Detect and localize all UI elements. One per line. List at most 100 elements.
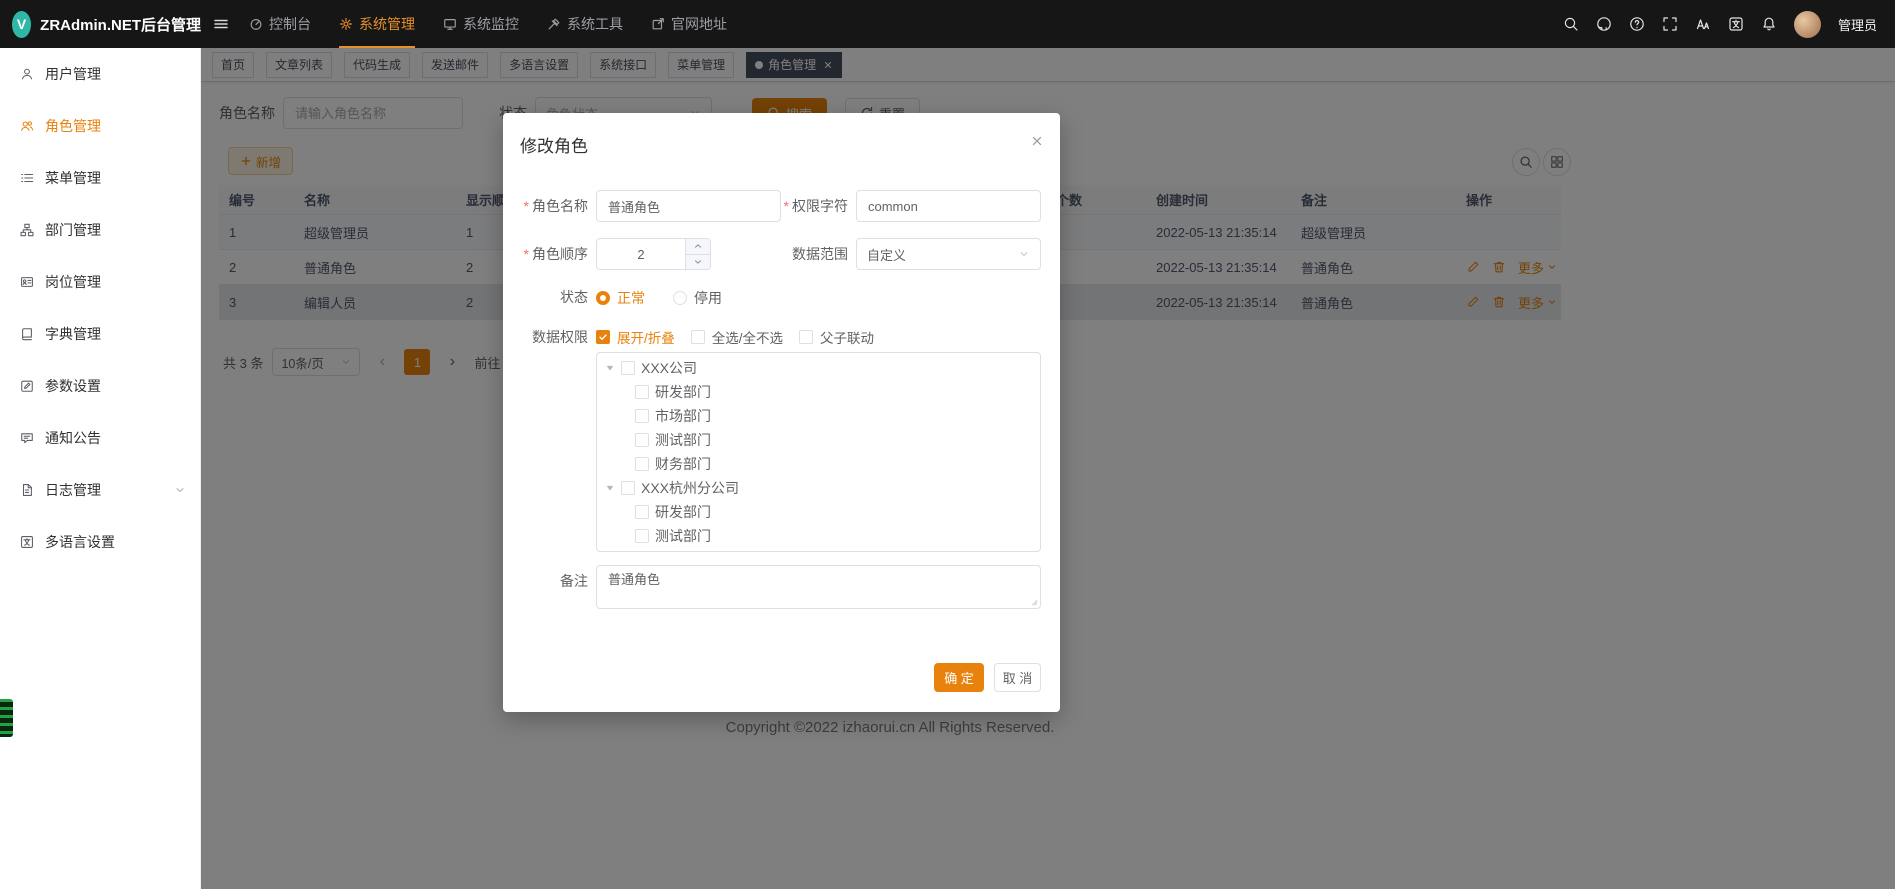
chevron-down-icon: [174, 484, 186, 496]
document-icon: [20, 483, 34, 497]
github-icon: [1596, 16, 1612, 32]
cancel-button[interactable]: 取 消: [994, 663, 1041, 692]
sidebar-item-6[interactable]: 参数设置: [0, 360, 200, 412]
department-tree: XXX公司研发部门市场部门测试部门财务部门XXX杭州分公司研发部门测试部门: [596, 352, 1041, 552]
chevron-up-icon: [693, 241, 703, 251]
radio-circle: [596, 291, 610, 305]
data-permission-field-label: 数据权限: [503, 321, 588, 353]
bottom-left-widget[interactable]: [0, 699, 13, 737]
external-link-icon: [651, 17, 665, 31]
sidebar: 用户管理角色管理菜单管理部门管理岗位管理字典管理参数设置通知公告日志管理多语言设…: [0, 48, 201, 889]
checkbox-icon: [691, 330, 705, 344]
tree-checkbox[interactable]: [635, 409, 649, 423]
tree-node-parent[interactable]: XXX公司: [597, 356, 1040, 380]
sidebar-item-3[interactable]: 部门管理: [0, 204, 200, 256]
nav-item-3[interactable]: 系统工具: [547, 0, 623, 48]
fullscreen-icon: [1662, 16, 1678, 32]
app-logo: V ZRAdmin.NET后台管理: [0, 11, 201, 38]
decrease-button[interactable]: [686, 255, 710, 270]
tree-checkbox[interactable]: [635, 529, 649, 543]
role-name-field-input[interactable]: [596, 190, 781, 222]
tree-node-child[interactable]: 测试部门: [597, 524, 1040, 548]
font-size-icon: [1695, 16, 1711, 32]
confirm-button[interactable]: 确 定: [934, 663, 984, 692]
nav-item-2[interactable]: 系统监控: [443, 0, 519, 48]
data-scope-field-label: 数据范围: [763, 238, 848, 270]
sidebar-item-0[interactable]: 用户管理: [0, 48, 200, 100]
perm-checkbox-0[interactable]: 展开/折叠: [596, 327, 675, 347]
comment-icon: [20, 431, 34, 445]
caret-down-icon: [603, 361, 617, 375]
close-icon[interactable]: [1030, 134, 1044, 148]
badge-icon: [20, 275, 34, 289]
tree-checkbox[interactable]: [621, 481, 635, 495]
gear-icon: [339, 17, 353, 31]
sidebar-item-4[interactable]: 岗位管理: [0, 256, 200, 308]
bell-button[interactable]: [1761, 16, 1777, 32]
tree-checkbox[interactable]: [621, 361, 635, 375]
list-icon: [20, 171, 34, 185]
perm-checkbox-2[interactable]: 父子联动: [799, 327, 874, 347]
status-radio-1[interactable]: 停用: [673, 288, 722, 308]
bell-icon: [1761, 16, 1777, 32]
data-scope-select[interactable]: 自定义: [856, 238, 1041, 270]
resize-handle-icon[interactable]: [1031, 599, 1041, 609]
nav-item-0[interactable]: 控制台: [249, 0, 311, 48]
language-square-icon: [20, 535, 34, 549]
username: 管理员: [1838, 15, 1877, 34]
checkbox-icon: [596, 330, 610, 344]
role-key-field-input[interactable]: [856, 190, 1041, 222]
stepper-buttons: [685, 239, 710, 269]
checkbox-icon: [799, 330, 813, 344]
font-size-button[interactable]: [1695, 16, 1711, 32]
search-button[interactable]: [1563, 16, 1579, 32]
tree-node-child[interactable]: 测试部门: [597, 428, 1040, 452]
tree-checkbox[interactable]: [635, 505, 649, 519]
role-order-field-label: *角色顺序: [503, 238, 588, 270]
role-order-stepper[interactable]: 2: [596, 238, 711, 270]
language-button[interactable]: [1728, 16, 1744, 32]
help-button[interactable]: [1629, 16, 1645, 32]
avatar[interactable]: [1794, 11, 1821, 38]
data-permission-options: 展开/折叠全选/全不选父子联动: [596, 327, 874, 347]
nav-item-4[interactable]: 官网地址: [651, 0, 727, 48]
github-button[interactable]: [1596, 16, 1612, 32]
users-icon: [20, 119, 34, 133]
tree-node-child[interactable]: 财务部门: [597, 452, 1040, 476]
tree-checkbox[interactable]: [635, 457, 649, 471]
tools-icon: [547, 17, 561, 31]
sidebar-item-1[interactable]: 角色管理: [0, 100, 200, 152]
logo-icon: V: [12, 11, 31, 38]
role-key-field-label: *权限字符: [763, 190, 848, 222]
status-field-label: 状态: [503, 282, 588, 312]
header-actions: 管理员: [1563, 11, 1895, 38]
tree-node-child[interactable]: 市场部门: [597, 404, 1040, 428]
role-name-field-label: *角色名称: [503, 190, 588, 222]
sidebar-item-8[interactable]: 日志管理: [0, 464, 200, 516]
perm-checkbox-1[interactable]: 全选/全不选: [691, 327, 783, 347]
sidebar-item-9[interactable]: 多语言设置: [0, 516, 200, 568]
increase-button[interactable]: [686, 239, 710, 255]
sitemap-icon: [20, 223, 34, 237]
tree-node-child[interactable]: 研发部门: [597, 500, 1040, 524]
language-icon: [1728, 16, 1744, 32]
tree-checkbox[interactable]: [635, 433, 649, 447]
user-icon: [20, 67, 34, 81]
sidebar-item-2[interactable]: 菜单管理: [0, 152, 200, 204]
tree-checkbox[interactable]: [635, 385, 649, 399]
sidebar-item-5[interactable]: 字典管理: [0, 308, 200, 360]
tree-node-child[interactable]: 研发部门: [597, 380, 1040, 404]
top-nav: 控制台系统管理系统监控系统工具官网地址: [249, 0, 727, 48]
app-header: V ZRAdmin.NET后台管理 控制台系统管理系统监控系统工具官网地址 管理…: [0, 0, 1895, 48]
search-icon: [1563, 16, 1579, 32]
remark-textarea[interactable]: 普通角色: [596, 565, 1041, 609]
edit-role-dialog: 修改角色 *角色名称 *权限字符 *角色顺序 2 数据范围 自定义 状态 正常停…: [503, 113, 1060, 712]
fullscreen-button[interactable]: [1662, 16, 1678, 32]
app-title: ZRAdmin.NET后台管理: [40, 14, 201, 35]
hamburger-icon[interactable]: [213, 16, 229, 32]
dashboard-icon: [249, 17, 263, 31]
sidebar-item-7[interactable]: 通知公告: [0, 412, 200, 464]
status-radio-0[interactable]: 正常: [596, 288, 645, 308]
tree-node-parent[interactable]: XXX杭州分公司: [597, 476, 1040, 500]
nav-item-1[interactable]: 系统管理: [339, 0, 415, 48]
